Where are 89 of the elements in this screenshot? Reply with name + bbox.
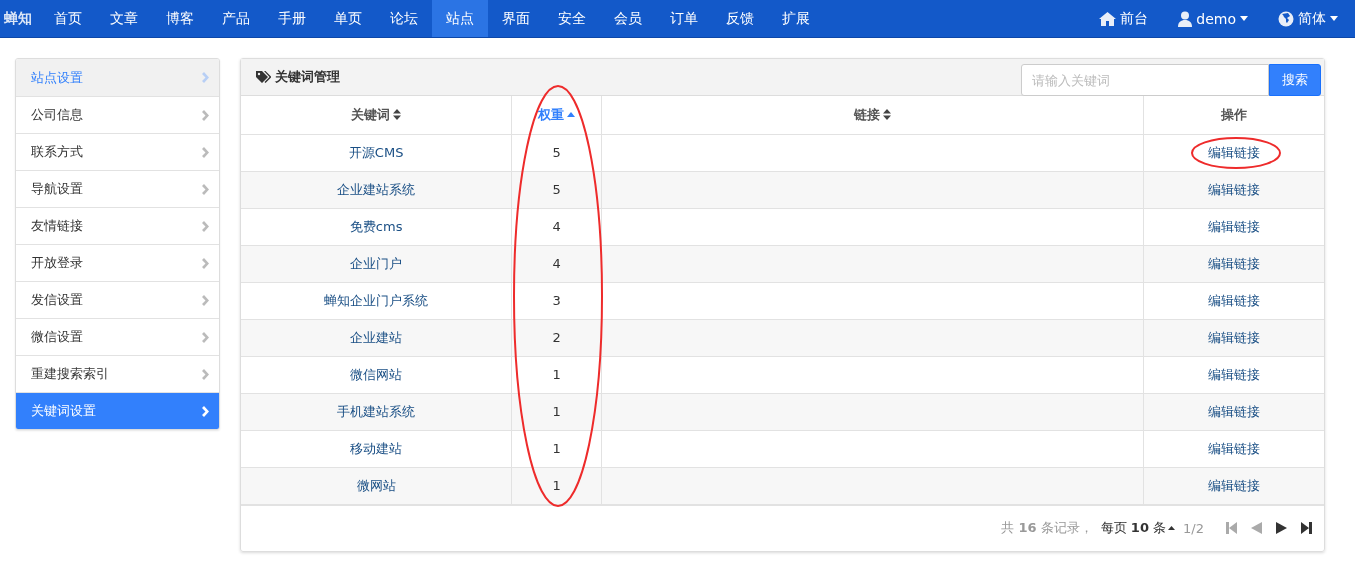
nav-item[interactable]: 论坛	[376, 0, 432, 37]
weight-cell: 1	[511, 393, 602, 430]
sidebar-item[interactable]: 重建搜索索引	[16, 355, 219, 392]
weight-cell: 4	[511, 208, 602, 245]
pager-button[interactable]	[1301, 522, 1312, 534]
weight-cell: 1	[511, 430, 602, 467]
edit-link[interactable]: 编辑链接	[1207, 477, 1260, 493]
edit-link[interactable]: 编辑链接	[1207, 440, 1260, 456]
nav-item[interactable]: 首页	[40, 0, 96, 37]
weight-cell: 1	[511, 356, 602, 393]
sort-link[interactable]: 关键词	[351, 105, 402, 124]
page-size-dropdown[interactable]: 每页 10 条	[1100, 519, 1176, 537]
nav-item[interactable]: 会员	[600, 0, 656, 37]
caret-icon	[1330, 16, 1338, 21]
pager-button[interactable]	[1276, 522, 1287, 534]
edit-link[interactable]: 编辑链接	[1207, 366, 1260, 382]
keyword-cell: 企业建站系统	[241, 171, 512, 208]
sidebar-item[interactable]: 友情链接	[16, 207, 219, 244]
nav-menu-link[interactable]: 前台	[1086, 0, 1162, 37]
globe-icon	[1278, 10, 1294, 27]
edit-link[interactable]: 编辑链接	[1207, 292, 1260, 308]
edit-link[interactable]: 编辑链接	[1207, 181, 1260, 197]
keyword-cell: 蝉知企业门户系统	[241, 282, 512, 319]
nav-item[interactable]: 手册	[264, 0, 320, 37]
keyword-cell: 企业门户	[241, 245, 512, 282]
weight-cell: 5	[511, 171, 602, 208]
keyword-cell: 企业建站	[241, 319, 512, 356]
sidebar-item[interactable]: 公司信息	[16, 96, 219, 133]
chevron-right-icon	[202, 220, 209, 232]
nav-item[interactable]: 文章	[96, 0, 152, 37]
chevron-right-icon	[202, 331, 209, 343]
keyword-cell: 微网站	[241, 467, 512, 504]
record-summary: 共 16 条记录，	[1001, 519, 1093, 537]
brand-logo[interactable]: 蝉知	[0, 0, 40, 37]
keyword-cell: 微信网站	[241, 356, 512, 393]
sort-link[interactable]: 权重	[538, 105, 576, 124]
tags-icon	[256, 71, 271, 83]
nav-item[interactable]: 站点	[432, 0, 488, 37]
weight-cell: 5	[511, 134, 602, 171]
sort-up-icon	[567, 112, 576, 118]
caret-icon	[1240, 16, 1248, 21]
sidebar-item[interactable]: 关键词设置	[16, 392, 219, 429]
keyword-cell: 移动建站	[241, 430, 512, 467]
caret-up-icon	[1168, 526, 1176, 530]
edit-link[interactable]: 编辑链接	[1207, 255, 1260, 271]
triangle-left-icon	[1251, 522, 1262, 534]
home-icon	[1099, 11, 1117, 26]
sort-link[interactable]: 链接	[853, 105, 891, 124]
nav-menu-link[interactable]: demo	[1165, 0, 1261, 37]
search-field[interactable]: 请输入关键词	[1021, 64, 1269, 96]
skip-forward-icon	[1301, 522, 1312, 534]
nav-item[interactable]: 界面	[488, 0, 544, 37]
sort-icon	[882, 109, 891, 121]
keyword-cell: 手机建站系统	[241, 393, 512, 430]
nav-item[interactable]: 扩展	[768, 0, 824, 37]
edit-link[interactable]: 编辑链接	[1207, 403, 1260, 419]
keyword-cell: 开源CMS	[241, 134, 512, 171]
sort-link[interactable]: 操作	[1220, 105, 1247, 124]
sidebar-item[interactable]: 微信设置	[16, 318, 219, 355]
weight-cell: 1	[511, 467, 602, 504]
keyword-cell: 免费cms	[241, 208, 512, 245]
search-button[interactable]: 搜索	[1269, 64, 1321, 96]
chevron-right-icon	[202, 294, 209, 306]
sidebar-item[interactable]: 联系方式	[16, 133, 219, 170]
sidebar-item[interactable]: 发信设置	[16, 281, 219, 318]
edit-link[interactable]: 编辑链接	[1207, 218, 1260, 234]
edit-link[interactable]: 编辑链接	[1207, 329, 1260, 345]
chevron-right-icon	[202, 183, 209, 195]
nav-item[interactable]: 反馈	[712, 0, 768, 37]
chevron-right-icon	[202, 405, 209, 417]
sidebar-item[interactable]: 开放登录	[16, 244, 219, 281]
chevron-right-icon	[202, 368, 209, 380]
page-indicator: 1/2	[1183, 520, 1204, 536]
nav-item[interactable]: 博客	[152, 0, 208, 37]
panel-title: 关键词管理	[256, 68, 340, 86]
user-icon	[1178, 10, 1193, 27]
triangle-right-icon	[1276, 522, 1287, 534]
sidebar-item[interactable]: 导航设置	[16, 170, 219, 207]
nav-item[interactable]: 安全	[544, 0, 600, 37]
sort-icon	[393, 109, 402, 121]
nav-item[interactable]: 产品	[208, 0, 264, 37]
chevron-right-icon	[202, 257, 209, 269]
nav-item[interactable]: 订单	[656, 0, 712, 37]
nav-menu-link[interactable]: 简体	[1265, 0, 1351, 37]
nav-item[interactable]: 单页	[320, 0, 376, 37]
chevron-right-icon	[202, 146, 209, 158]
chevron-right-icon	[202, 109, 209, 121]
skip-back-icon	[1226, 522, 1237, 534]
chevron-right-icon	[202, 72, 209, 83]
